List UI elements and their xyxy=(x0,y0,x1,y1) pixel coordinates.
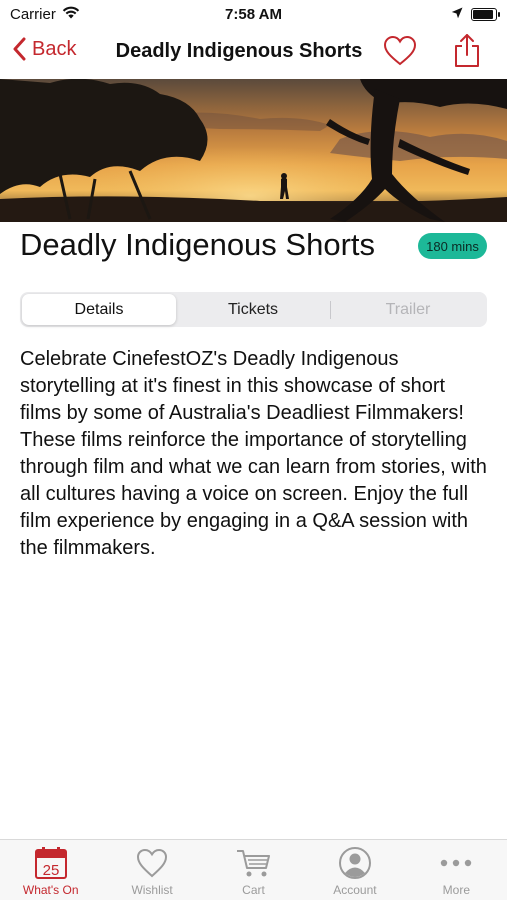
hero-image xyxy=(0,79,507,222)
cart-icon xyxy=(236,846,272,880)
calendar-icon: 25 xyxy=(33,846,69,880)
segment-trailer: Trailer xyxy=(331,294,485,325)
heart-icon xyxy=(134,846,170,880)
navigation-bar: Back Deadly Indigenous Shorts xyxy=(0,28,507,78)
segment-details-label: Details xyxy=(74,300,124,318)
wishlist-heart-button[interactable] xyxy=(382,34,418,68)
tab-wishlist-label: Wishlist xyxy=(131,883,173,897)
back-button[interactable]: Back xyxy=(12,37,76,61)
tab-account-label: Account xyxy=(333,883,377,897)
tab-whats-on[interactable]: 25 What's On xyxy=(0,840,101,900)
share-icon xyxy=(455,34,479,67)
location-arrow-icon xyxy=(451,6,463,23)
battery-fill xyxy=(473,9,493,19)
tab-wishlist[interactable]: Wishlist xyxy=(101,840,202,900)
heart-icon xyxy=(383,35,417,66)
back-label: Back xyxy=(32,37,77,60)
wifi-icon xyxy=(62,6,80,23)
tab-whats-on-label: What's On xyxy=(22,883,79,897)
account-icon xyxy=(337,846,373,880)
calendar-day: 25 xyxy=(42,862,59,879)
carrier-label: Carrier xyxy=(10,5,56,23)
duration-badge: 180 mins xyxy=(418,233,487,259)
status-right xyxy=(451,6,500,23)
tab-cart[interactable]: Cart xyxy=(203,840,304,900)
chevron-left-icon xyxy=(13,37,26,61)
film-description: Celebrate CinefestOZ's Deadly Indigenous… xyxy=(20,348,487,559)
tab-more[interactable]: More xyxy=(406,840,507,900)
share-button[interactable] xyxy=(453,33,481,69)
segment-details[interactable]: Details xyxy=(22,294,176,325)
more-icon xyxy=(438,846,474,880)
film-title: Deadly Indigenous Shorts xyxy=(20,227,376,262)
segmented-control: Details Tickets Trailer xyxy=(20,292,487,327)
segment-trailer-label: Trailer xyxy=(385,300,431,318)
battery-icon xyxy=(471,7,500,21)
nav-title: Deadly Indigenous Shorts xyxy=(115,40,363,62)
segment-tickets-label: Tickets xyxy=(227,300,279,318)
segment-tickets[interactable]: Tickets xyxy=(176,294,330,325)
status-bar: Carrier 7:58 AM xyxy=(0,0,507,28)
tab-cart-label: Cart xyxy=(242,883,265,897)
tab-more-label: More xyxy=(442,883,470,897)
tab-account[interactable]: Account xyxy=(304,840,405,900)
tab-bar: 25 What's On Wishlist Cart Account More xyxy=(0,839,507,900)
status-left: Carrier xyxy=(10,6,80,23)
